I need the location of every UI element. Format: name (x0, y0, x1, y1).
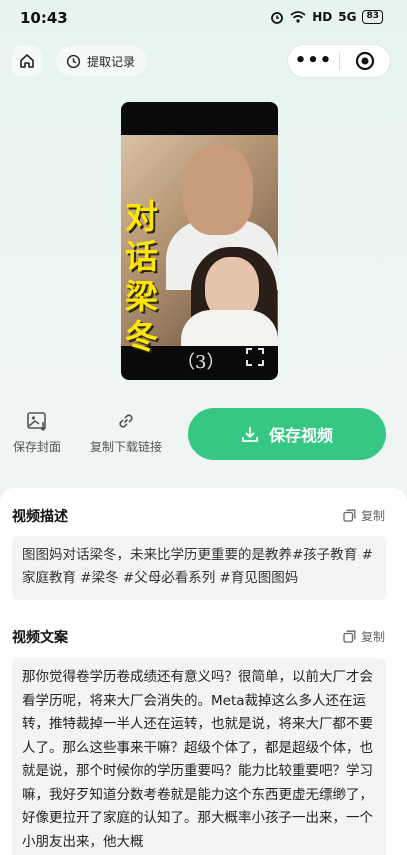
close-button[interactable] (340, 51, 390, 71)
target-icon (355, 51, 375, 71)
home-icon (20, 54, 34, 68)
mini-program-capsule: ••• (287, 44, 391, 78)
copy-icon (343, 509, 356, 522)
copy-link-label: 复制下载链接 (89, 440, 162, 454)
home-button[interactable] (12, 46, 42, 76)
video-episode-label: （3） (177, 352, 225, 373)
save-video-label: 保存视频 (268, 426, 333, 445)
link-icon (119, 414, 133, 428)
transcript-title: 视频文案 (12, 630, 68, 646)
copy-transcript-button[interactable]: 复制 (343, 628, 385, 645)
history-icon (66, 54, 81, 68)
signal-icon: 5G (338, 10, 357, 24)
copy-transcript-label: 复制 (360, 630, 385, 644)
video-thumbnail: 对话梁冬 （3） (121, 135, 278, 373)
description-title: 视频描述 (12, 509, 68, 525)
save-cover-label: 保存封面 (12, 440, 61, 454)
fullscreen-icon[interactable] (246, 348, 264, 366)
alarm-icon (271, 12, 284, 24)
copy-description-button[interactable]: 复制 (343, 507, 385, 524)
image-download-icon (27, 412, 47, 432)
status-icons: HD 5G 83 (270, 10, 383, 24)
history-button[interactable]: 提取记录 (56, 46, 148, 76)
copy-description-label: 复制 (360, 509, 385, 523)
clock: 10:43 (20, 9, 68, 27)
save-video-button[interactable]: 保存视频 (188, 408, 386, 460)
video-overlay-title: 对话梁冬 (125, 197, 158, 356)
transcript-text[interactable]: 那你觉得卷学历卷成绩还有意义吗？很简单，以前大厂才会看学历呢，将来大厂会消失的。… (12, 658, 386, 855)
copy-link-button[interactable]: 复制下载链接 (84, 410, 168, 455)
download-icon (242, 427, 258, 442)
copy-icon (343, 630, 356, 643)
status-bar: 10:43 HD 5G 83 (0, 0, 407, 36)
save-cover-button[interactable]: 保存封面 (10, 410, 64, 455)
more-button[interactable]: ••• (288, 46, 339, 76)
history-label: 提取记录 (87, 54, 136, 69)
description-text[interactable]: 图图妈对话梁冬，未来比学历更重要的是教养#孩子教育 #家庭教育 #梁冬 #父母必… (12, 536, 386, 600)
video-figure (181, 310, 278, 346)
hd-badge: HD (312, 10, 333, 24)
battery-icon: 83 (362, 10, 383, 24)
wifi-icon (290, 11, 306, 23)
video-preview[interactable]: 对话梁冬 （3） (121, 102, 278, 380)
video-figure (183, 145, 253, 235)
